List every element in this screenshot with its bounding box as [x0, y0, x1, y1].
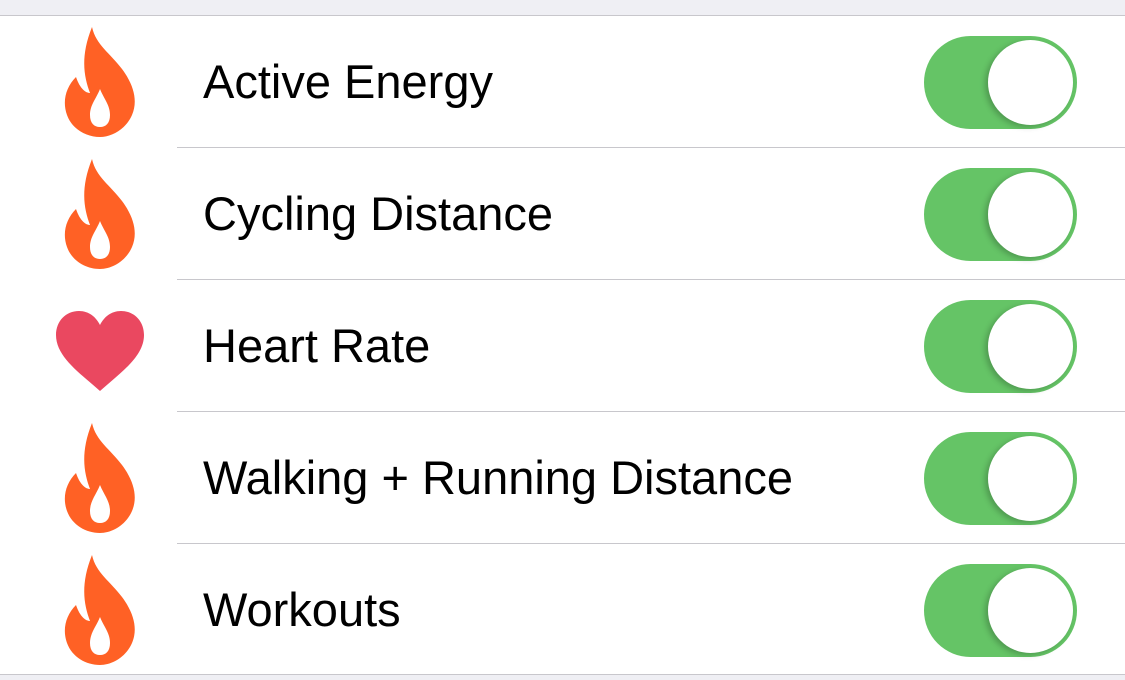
flame-icon: [50, 555, 150, 665]
item-label: Heart Rate: [203, 319, 431, 372]
walking-running-distance-toggle[interactable]: [924, 432, 1077, 525]
item-label: Workouts: [203, 583, 401, 636]
list-item-active-energy: Active Energy: [0, 16, 1125, 148]
flame-icon: [50, 423, 150, 533]
cycling-distance-toggle[interactable]: [924, 168, 1077, 261]
health-data-list: Active Energy Cycling Distance Heart Rat…: [0, 16, 1125, 675]
toggle-knob: [988, 40, 1073, 125]
flame-icon: [50, 27, 150, 137]
list-item-walking-running-distance: Walking + Running Distance: [0, 412, 1125, 544]
heart-rate-toggle[interactable]: [924, 300, 1077, 393]
toggle-knob: [988, 304, 1073, 389]
list-item-workouts: Workouts: [0, 544, 1125, 676]
toggle-knob: [988, 172, 1073, 257]
item-label: Active Energy: [203, 55, 493, 108]
list-item-heart-rate: Heart Rate: [0, 280, 1125, 412]
heart-icon: [50, 291, 150, 401]
toggle-knob: [988, 436, 1073, 521]
list-item-cycling-distance: Cycling Distance: [0, 148, 1125, 280]
workouts-toggle[interactable]: [924, 564, 1077, 657]
active-energy-toggle[interactable]: [924, 36, 1077, 129]
section-header-band: [0, 0, 1125, 16]
flame-icon: [50, 159, 150, 269]
toggle-knob: [988, 568, 1073, 653]
item-label: Cycling Distance: [203, 187, 554, 240]
item-label: Walking + Running Distance: [203, 451, 793, 504]
